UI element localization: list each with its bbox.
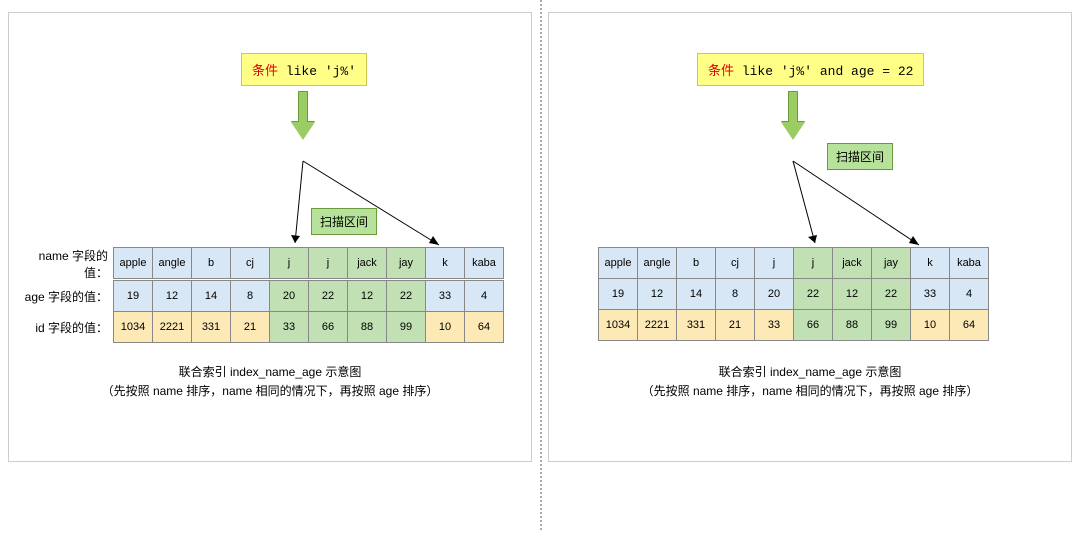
cell-name: cj [230, 247, 270, 279]
cell-name: jay [386, 247, 426, 279]
left-panel: 条件 like 'j%' 扫描区间 name 字段的值：appleanglebc… [8, 12, 532, 462]
cell-age: 22 [793, 278, 833, 310]
condition-prefix: 条件 [708, 64, 734, 79]
cell-name: k [425, 247, 465, 279]
cell-age: 22 [386, 280, 426, 312]
cell-age: 22 [308, 280, 348, 312]
cell-name: kaba [464, 247, 504, 279]
cell-age: 22 [871, 278, 911, 310]
cell-age: 20 [269, 280, 309, 312]
pointer-arrows-right [549, 13, 1073, 273]
cell-name: apple [113, 247, 153, 279]
condition-sql: like 'j%' [286, 64, 356, 79]
cell-age: 12 [347, 280, 387, 312]
cell-id: 10 [425, 311, 465, 343]
cell-id: 64 [464, 311, 504, 343]
condition-sql: like 'j%' and age = 22 [742, 64, 914, 79]
cell-name: b [676, 247, 716, 279]
cell-id: 21 [230, 311, 270, 343]
cell-age: 12 [832, 278, 872, 310]
row-label-name: name 字段的值： [19, 247, 114, 281]
caption-left: 联合索引 index_name_age 示意图 （先按照 name 排序，nam… [9, 363, 531, 401]
cell-name: j [754, 247, 794, 279]
table-row: age 字段的值：191214820221222334 [19, 280, 504, 312]
caption-right: 联合索引 index_name_age 示意图 （先按照 name 排序，nam… [549, 363, 1071, 401]
scan-range-label-right: 扫描区间 [827, 143, 893, 170]
cell-id: 2221 [152, 311, 192, 343]
cell-name: j [308, 247, 348, 279]
down-arrow-icon [291, 91, 315, 143]
cell-id: 33 [269, 311, 309, 343]
condition-box-right: 条件 like 'j%' and age = 22 [697, 53, 924, 86]
pointer-arrows-left [9, 13, 533, 273]
table-row: appleanglebcjjjjackjaykkaba [599, 247, 989, 279]
cell-age: 8 [715, 278, 755, 310]
cell-name: apple [598, 247, 638, 279]
cell-name: k [910, 247, 950, 279]
scan-range-label-left: 扫描区间 [311, 208, 377, 235]
cell-id: 64 [949, 309, 989, 341]
cell-age: 4 [464, 280, 504, 312]
cell-age: 14 [191, 280, 231, 312]
cell-age: 33 [910, 278, 950, 310]
cell-age: 12 [152, 280, 192, 312]
cell-name: j [793, 247, 833, 279]
cell-id: 1034 [598, 309, 638, 341]
right-panel: 条件 like 'j%' and age = 22 扫描区间 appleangl… [548, 12, 1072, 462]
cell-id: 10 [910, 309, 950, 341]
cell-id: 33 [754, 309, 794, 341]
table-row: id 字段的值：1034222133121336688991064 [19, 311, 504, 343]
index-table-left: name 字段的值：appleanglebcjjjjackjaykkabaage… [19, 247, 504, 342]
row-label-id: id 字段的值： [19, 311, 114, 343]
cell-name: b [191, 247, 231, 279]
table-row: 1034222133121336688991064 [599, 309, 989, 341]
cell-id: 2221 [637, 309, 677, 341]
cell-age: 14 [676, 278, 716, 310]
condition-prefix: 条件 [252, 64, 278, 79]
index-table-right: appleanglebcjjjjackjaykkaba1912148202212… [599, 247, 989, 340]
cell-id: 66 [793, 309, 833, 341]
cell-id: 66 [308, 311, 348, 343]
cell-name: jack [832, 247, 872, 279]
cell-name: angle [637, 247, 677, 279]
cell-name: cj [715, 247, 755, 279]
cell-id: 99 [871, 309, 911, 341]
cell-age: 33 [425, 280, 465, 312]
vertical-divider [540, 0, 542, 530]
table-row: 191214820221222334 [599, 278, 989, 310]
condition-box-left: 条件 like 'j%' [241, 53, 367, 86]
cell-id: 21 [715, 309, 755, 341]
cell-age: 8 [230, 280, 270, 312]
cell-age: 20 [754, 278, 794, 310]
cell-id: 331 [676, 309, 716, 341]
cell-id: 99 [386, 311, 426, 343]
cell-id: 1034 [113, 311, 153, 343]
cell-name: jay [871, 247, 911, 279]
cell-age: 19 [598, 278, 638, 310]
cell-id: 88 [832, 309, 872, 341]
down-arrow-icon [781, 91, 805, 143]
cell-age: 19 [113, 280, 153, 312]
cell-id: 331 [191, 311, 231, 343]
cell-age: 12 [637, 278, 677, 310]
table-row: name 字段的值：appleanglebcjjjjackjaykkaba [19, 247, 504, 281]
cell-name: angle [152, 247, 192, 279]
row-label-age: age 字段的值： [19, 280, 114, 312]
cell-id: 88 [347, 311, 387, 343]
cell-name: kaba [949, 247, 989, 279]
cell-age: 4 [949, 278, 989, 310]
cell-name: jack [347, 247, 387, 279]
cell-name: j [269, 247, 309, 279]
